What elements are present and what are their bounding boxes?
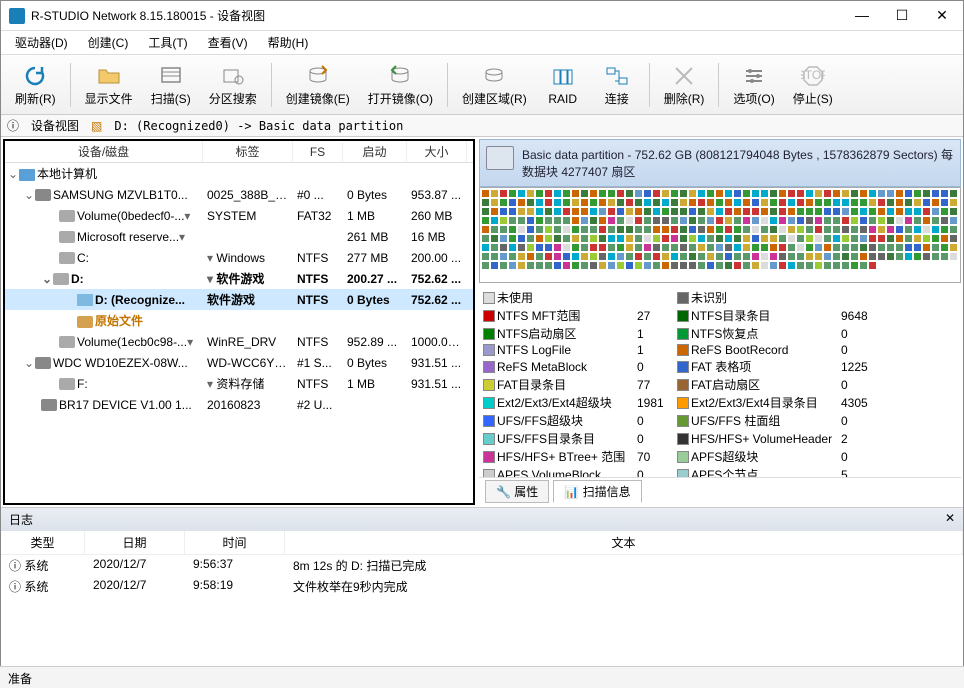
log-row[interactable]: ⓘ 系统2020/12/79:56:378m 12s 的 D: 扫描已完成 (1, 555, 963, 576)
col-device[interactable]: 设备/磁盘 (5, 141, 203, 162)
tree-wdc[interactable]: ⌄WDC WD10EZEX-08W...WD-WCC6Y6...#1 S...0… (5, 352, 473, 373)
raid-button[interactable]: RAID (537, 62, 589, 108)
show-files-button[interactable]: 显示文件 (77, 60, 141, 109)
scan-info-panel: Basic data partition - 752.62 GB (808121… (477, 137, 963, 507)
scan-info-header: Basic data partition - 752.62 GB (808121… (479, 139, 961, 187)
log-col-date[interactable]: 日期 (85, 531, 185, 554)
breadcrumb-path[interactable]: D: (Recognized0) -> Basic data partition (108, 118, 409, 134)
delete-icon (670, 62, 698, 90)
info-icon: ⓘ (7, 117, 19, 134)
open-image-button[interactable]: 打开镜像(O) (360, 60, 441, 109)
title-bar: R-STUDIO Network 8.15.180015 - 设备视图 — ☐ … (1, 1, 963, 31)
stop-icon: STOP (799, 62, 827, 90)
breadcrumb: ⓘ 设备视图 ▧ D: (Recognized0) -> Basic data … (1, 115, 963, 137)
menu-view[interactable]: 查看(V) (200, 32, 256, 53)
refresh-button[interactable]: 刷新(R) (7, 60, 64, 109)
col-fs[interactable]: FS (293, 143, 343, 161)
breadcrumb-device-view[interactable]: 设备视图 (25, 116, 85, 135)
tree-d-recognized[interactable]: D: (Recognize...软件游戏NTFS0 Bytes752.62 ..… (5, 289, 473, 310)
log-panel: 日志 ✕ 类型 日期 时间 文本 ⓘ 系统2020/12/79:56:378m … (1, 507, 963, 615)
status-bar: 准备 (0, 666, 964, 688)
refresh-icon (21, 62, 49, 90)
minimize-button[interactable]: — (849, 7, 875, 24)
scan-info-text: Basic data partition - 752.62 GB (808121… (522, 146, 954, 180)
tree-root[interactable]: ⌄本地计算机 (5, 163, 473, 184)
connect-button[interactable]: 连接 (591, 60, 643, 109)
region-search-button[interactable]: 分区搜索 (201, 60, 265, 109)
region-icon (480, 62, 508, 90)
hdd-icon (486, 146, 514, 170)
log-close-button[interactable]: ✕ (945, 511, 955, 528)
create-region-button[interactable]: 创建区域(R) (454, 60, 535, 109)
menu-bar: 驱动器(D) 创建(C) 工具(T) 查看(V) 帮助(H) (1, 31, 963, 55)
tab-properties[interactable]: 🔧 属性 (485, 480, 549, 503)
window-title: R-STUDIO Network 8.15.180015 - 设备视图 (31, 7, 849, 24)
options-button[interactable]: 选项(O) (725, 60, 782, 109)
scan-icon (157, 62, 185, 90)
rec-icon: ▧ (91, 119, 102, 133)
log-col-text[interactable]: 文本 (285, 531, 963, 554)
options-icon (740, 62, 768, 90)
create-image-icon (304, 62, 332, 90)
tree-samsung[interactable]: ⌄SAMSUNG MZVLB1T0...0025_388B_9...#0 ...… (5, 184, 473, 205)
delete-button[interactable]: 删除(R) (656, 60, 713, 109)
close-button[interactable]: ✕ (929, 7, 955, 24)
tree-header: 设备/磁盘 标签 FS 启动 大小 (5, 141, 473, 163)
tree-f[interactable]: F:▾ 资料存储NTFS1 MB931.51 ... (5, 373, 473, 394)
log-col-type[interactable]: 类型 (1, 531, 85, 554)
tree-raw-files[interactable]: 原始文件 (5, 310, 473, 331)
stop-button[interactable]: STOP停止(S) (785, 60, 841, 109)
menu-drives[interactable]: 驱动器(D) (7, 32, 76, 53)
connect-icon (603, 62, 631, 90)
folder-icon (95, 62, 123, 90)
tree-c[interactable]: C:▾ WindowsNTFS277 MB200.00 ... (5, 247, 473, 268)
menu-tools[interactable]: 工具(T) (140, 32, 195, 53)
create-image-button[interactable]: 创建镜像(E) (278, 60, 358, 109)
status-text: 准备 (8, 672, 32, 686)
tree-vol1[interactable]: Volume(1ecb0c98-...▾WinRE_DRVNTFS952.89 … (5, 331, 473, 352)
log-col-time[interactable]: 时间 (185, 531, 285, 554)
col-size[interactable]: 大小 (407, 141, 467, 162)
log-columns: 类型 日期 时间 文本 (1, 531, 963, 555)
log-row[interactable]: ⓘ 系统2020/12/79:58:19文件枚举在9秒内完成 (1, 576, 963, 597)
menu-help[interactable]: 帮助(H) (260, 32, 317, 53)
col-label[interactable]: 标签 (203, 141, 293, 162)
log-title: 日志 (9, 511, 33, 528)
log-header: 日志 ✕ (1, 508, 963, 531)
open-image-icon (386, 62, 414, 90)
tree-msr[interactable]: Microsoft reserve...▾261 MB16 MB (5, 226, 473, 247)
tree-br17[interactable]: BR17 DEVICE V1.00 1...20160823#2 U... (5, 394, 473, 415)
scan-button[interactable]: 扫描(S) (143, 60, 199, 109)
scan-legend: 未使用未识别NTFS MFT范围27NTFS目录条目9648NTFS启动扇区1N… (479, 283, 961, 477)
log-body: ⓘ 系统2020/12/79:56:378m 12s 的 D: 扫描已完成ⓘ 系… (1, 555, 963, 615)
tree-vol0[interactable]: Volume(0bedecf0-...▾SYSTEMFAT321 MB260 M… (5, 205, 473, 226)
toolbar: 刷新(R) 显示文件 扫描(S) 分区搜索 创建镜像(E) 打开镜像(O) 创建… (1, 55, 963, 115)
col-boot[interactable]: 启动 (343, 141, 407, 162)
bottom-tabs: 🔧 属性 📊 扫描信息 (479, 477, 961, 505)
menu-create[interactable]: 创建(C) (80, 32, 137, 53)
device-tree-panel: 设备/磁盘 标签 FS 启动 大小 ⌄本地计算机 ⌄SAMSUNG MZVLB1… (3, 139, 475, 505)
tree-d[interactable]: ⌄D:▾ 软件游戏NTFS200.27 ...752.62 ... (5, 268, 473, 289)
scan-map[interactable] (479, 187, 961, 283)
tab-scan-info[interactable]: 📊 扫描信息 (553, 480, 641, 503)
search-partition-icon (219, 62, 247, 90)
svg-text:STOP: STOP (801, 68, 825, 82)
app-icon (9, 8, 25, 24)
raid-icon (549, 64, 577, 92)
maximize-button[interactable]: ☐ (889, 7, 915, 24)
